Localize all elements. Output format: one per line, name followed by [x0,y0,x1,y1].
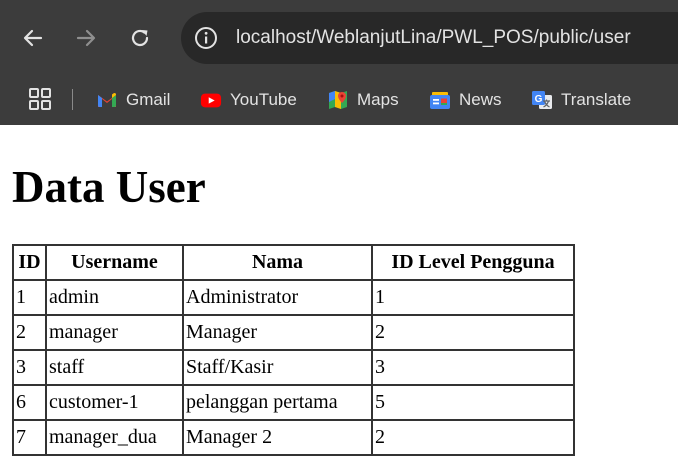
cell-username: manager [46,315,183,350]
table-row: 1 admin Administrator 1 [13,280,574,315]
column-header-username: Username [46,245,183,280]
bookmark-youtube[interactable]: YouTube [200,82,297,118]
page-content: Data User ID Username Nama ID Level Peng… [0,125,678,476]
table-header-row: ID Username Nama ID Level Pengguna [13,245,574,280]
address-bar[interactable]: localhost/WeblanjutLina/PWL_POS/public/u… [181,12,678,64]
bookmarks-separator [72,89,73,110]
cell-nama: Manager 2 [183,420,372,455]
forward-button[interactable] [66,18,106,58]
bookmark-label: News [459,90,502,109]
cell-nama: Administrator [183,280,372,315]
bookmark-gmail[interactable]: Gmail [96,82,170,118]
back-arrow-icon [23,29,43,47]
bookmark-label: Maps [357,90,399,109]
reload-icon [131,29,149,47]
bookmarks-bar: Gmail YouTube Maps News G Translate [0,74,678,125]
table-row: 2 manager Manager 2 [13,315,574,350]
bookmark-label: Translate [561,90,632,109]
browser-chrome: localhost/WeblanjutLina/PWL_POS/public/u… [0,0,678,125]
cell-nama: Staff/Kasir [183,350,372,385]
cell-id: 2 [13,315,46,350]
news-icon [430,92,450,109]
cell-id: 7 [13,420,46,455]
cell-nama: Manager [183,315,372,350]
cell-username: admin [46,280,183,315]
cell-level: 2 [372,315,574,350]
table-row: 7 manager_dua Manager 2 2 [13,420,574,455]
cell-level: 5 [372,385,574,420]
youtube-icon [200,93,222,108]
maps-icon [329,91,347,109]
cell-level: 2 [372,420,574,455]
table-row: 6 customer-1 pelanggan pertama 5 [13,385,574,420]
cell-username: staff [46,350,183,385]
site-info-icon[interactable] [193,25,219,51]
bookmark-label: Gmail [126,90,171,109]
page-title: Data User [12,162,206,212]
cell-nama: pelanggan pertama [183,385,372,420]
url-text[interactable]: localhost/WeblanjutLina/PWL_POS/public/u… [236,25,631,51]
cell-level: 3 [372,350,574,385]
cell-username: customer-1 [46,385,183,420]
table-row: 3 staff Staff/Kasir 3 [13,350,574,385]
browser-toolbar: localhost/WeblanjutLina/PWL_POS/public/u… [0,0,678,74]
gmail-icon [98,93,116,107]
cell-username: manager_dua [46,420,183,455]
translate-icon: G [532,91,552,109]
user-table: ID Username Nama ID Level Pengguna 1 adm… [12,244,575,456]
cell-id: 1 [13,280,46,315]
reload-button[interactable] [120,18,160,58]
column-header-level: ID Level Pengguna [372,245,574,280]
column-header-id: ID [13,245,46,280]
bookmark-translate[interactable]: G Translate [531,82,631,118]
cell-level: 1 [372,280,574,315]
column-header-nama: Nama [183,245,372,280]
bookmark-maps[interactable]: Maps [327,82,399,118]
apps-grid-icon[interactable] [27,86,53,112]
back-button[interactable] [13,18,53,58]
bookmark-news[interactable]: News [429,82,502,118]
cell-id: 6 [13,385,46,420]
forward-arrow-icon [76,29,96,47]
bookmark-label: YouTube [230,90,297,109]
cell-id: 3 [13,350,46,385]
svg-text:G: G [535,94,543,105]
